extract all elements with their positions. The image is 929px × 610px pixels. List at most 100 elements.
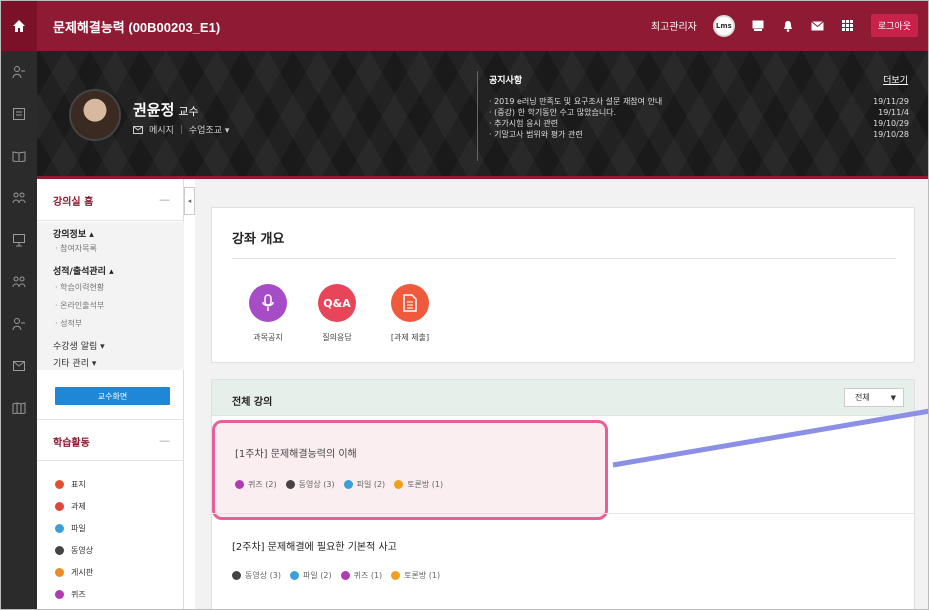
avatar[interactable]: Lms bbox=[712, 14, 735, 37]
week-title[interactable]: [1주차] 문제해결능력의 이해 bbox=[235, 445, 357, 460]
course-title: 문제해결능력 (00B00203_E1) bbox=[53, 20, 221, 35]
activity-item-cover[interactable]: 표지 bbox=[55, 479, 86, 490]
file-icon bbox=[343, 480, 353, 489]
activity-label: 파일 bbox=[71, 524, 86, 533]
notice-item[interactable]: · 기말고사 범위와 평가 관련 19/10/28 bbox=[489, 129, 909, 140]
rail-map-icon[interactable] bbox=[1, 387, 37, 429]
sidebar-item-participants[interactable]: · 참여자목록 bbox=[55, 243, 97, 254]
top-bar: 문제해결능력 (00B00203_E1) 최고관리자 Lms 로그아웃 bbox=[1, 1, 928, 51]
rail-person-icon[interactable] bbox=[1, 51, 37, 93]
rail-book-icon[interactable] bbox=[1, 135, 37, 177]
select-value: 전체 bbox=[855, 393, 870, 402]
notice-date: 19/10/28 bbox=[873, 130, 909, 139]
notice-more-link[interactable]: 더보기 bbox=[883, 73, 908, 86]
sidebar-item-student-alerts[interactable]: 수강생 알림 ▾ bbox=[53, 339, 105, 352]
activity-label: 퀴즈 bbox=[71, 590, 86, 599]
bell-icon[interactable] bbox=[781, 20, 795, 32]
meta-quiz: 퀴즈 (1) bbox=[340, 570, 382, 581]
divider: | bbox=[179, 124, 183, 135]
home-icon bbox=[13, 20, 25, 32]
sidebar-item-other[interactable]: 기타 관리 ▾ bbox=[53, 356, 96, 369]
activity-item-quiz[interactable]: 퀴즈 bbox=[55, 589, 86, 600]
play-icon bbox=[55, 546, 64, 555]
notice-item[interactable]: · (중강) 한 학기동안 수고 많았습니다. 19/11/4 bbox=[489, 107, 909, 118]
notice-title: 공지사항 bbox=[489, 76, 523, 86]
professor-name-text: 권윤정 bbox=[133, 101, 175, 119]
sidebar-item-history[interactable]: · 학습이력현황 bbox=[55, 282, 104, 293]
notice-item[interactable]: · 추가시험 응시 관련 19/10/29 bbox=[489, 118, 909, 129]
activity-label: 과제 bbox=[71, 502, 86, 511]
board-icon bbox=[55, 568, 64, 577]
professor-view-button[interactable]: 교수화면 bbox=[55, 387, 170, 405]
mail-icon[interactable] bbox=[811, 20, 825, 32]
overview-item-notice[interactable]: 과목공지 bbox=[238, 284, 298, 343]
activities-header[interactable]: 학습활동 — bbox=[37, 419, 184, 461]
notice-date: 19/10/29 bbox=[873, 119, 909, 128]
message-link[interactable]: 메시지 bbox=[149, 123, 174, 136]
collapse-icon[interactable]: — bbox=[159, 434, 170, 447]
sidebar-item-grade-book[interactable]: · 성적부 bbox=[55, 318, 82, 329]
sidebar-item-course-info[interactable]: 강의정보 ▴ bbox=[53, 227, 94, 240]
professor-photo bbox=[69, 89, 121, 141]
lecture-filter-select[interactable]: 전체 ▼ bbox=[844, 388, 904, 407]
document-icon bbox=[391, 284, 429, 322]
file-icon bbox=[55, 524, 64, 533]
week-meta: 동영상 (3) 파일 (2) 퀴즈 (1) 토론방 (1) bbox=[232, 570, 440, 581]
notice-text: · (중강) 한 학기동안 수고 많았습니다. bbox=[489, 108, 617, 117]
pencil-icon bbox=[55, 480, 64, 489]
week-meta: 퀴즈 (2) 동영상 (3) 파일 (2) 토론방 (1) bbox=[235, 479, 443, 490]
meta-video: 동영상 (3) bbox=[232, 570, 281, 581]
professor-name: 권윤정 교수 bbox=[133, 99, 199, 120]
meta-label: 동영상 (3) bbox=[298, 480, 335, 489]
activity-item-video[interactable]: 동영상 bbox=[55, 545, 93, 556]
qa-icon: Q&A bbox=[318, 284, 356, 322]
overview-label: 과목공지 bbox=[253, 333, 283, 342]
overview-item-assignment-submit[interactable]: [과제 제출] bbox=[380, 284, 440, 343]
rail-message-icon[interactable] bbox=[1, 345, 37, 387]
notice-item[interactable]: · 2019 e러닝 만족도 및 요구조사 설문 재참여 안내 19/11/29 bbox=[489, 96, 909, 107]
discussion-icon bbox=[394, 480, 404, 489]
sidebar-home-header[interactable]: 강의실 홈 — bbox=[37, 179, 184, 221]
chevron-left-icon: ◂ bbox=[187, 197, 192, 205]
assignment-icon bbox=[55, 502, 64, 511]
activities-title: 학습활동 bbox=[53, 438, 90, 449]
rail-people-icon[interactable] bbox=[1, 261, 37, 303]
collapse-icon[interactable]: — bbox=[159, 193, 170, 206]
notice-date: 19/11/4 bbox=[878, 108, 909, 117]
week-2-item[interactable]: [2주차] 문제해결에 필요한 기본적 사고 동영상 (3) 파일 (2) 퀴즈… bbox=[212, 514, 914, 609]
rail-user-edit-icon[interactable] bbox=[1, 303, 37, 345]
activity-item-assignment[interactable]: 과제 bbox=[55, 501, 86, 512]
meta-quiz: 퀴즈 (2) bbox=[235, 479, 277, 490]
logout-button[interactable]: 로그아웃 bbox=[870, 14, 918, 37]
grid-menu-icon[interactable] bbox=[841, 20, 855, 32]
rail-board-icon[interactable] bbox=[1, 93, 37, 135]
lectures-panel: 전체 강의 전체 ▼ [1주차] 문제해결능력의 이해 퀴즈 (2) 동영상 (… bbox=[211, 379, 915, 609]
sidebar-item-online-attendance[interactable]: · 온라인출석부 bbox=[55, 300, 104, 311]
week-1-item[interactable]: [1주차] 문제해결능력의 이해 퀴즈 (2) 동영상 (3) 파일 (2) 토… bbox=[212, 420, 608, 520]
overview-divider bbox=[232, 258, 896, 259]
notice-divider bbox=[477, 71, 478, 161]
caret-down-icon: ▼ bbox=[890, 393, 896, 402]
overview-title: 강좌 개요 bbox=[232, 232, 285, 247]
lectures-header: 전체 강의 전체 ▼ bbox=[212, 380, 914, 416]
activity-item-board[interactable]: 게시판 bbox=[55, 567, 93, 578]
meta-label: 동영상 (3) bbox=[245, 571, 281, 580]
meta-label: 파일 (2) bbox=[302, 571, 332, 580]
overview-item-qa[interactable]: Q&A 질의응답 bbox=[307, 284, 367, 343]
home-button[interactable] bbox=[1, 1, 37, 51]
meta-file: 파일 (2) bbox=[289, 570, 332, 581]
overview-label: [과제 제출] bbox=[390, 333, 430, 342]
sidebar-item-grades[interactable]: 성적/출석관리 ▴ bbox=[53, 264, 114, 277]
main-content: 강좌 개요 과목공지 Q&A 질의응답 [과제 제출] 전체 강의 전체 ▼ [… bbox=[195, 179, 928, 609]
admin-label[interactable]: 최고관리자 bbox=[651, 18, 697, 33]
week-title[interactable]: [2주차] 문제해결에 필요한 기본적 사고 bbox=[232, 538, 397, 553]
rail-monitor-icon[interactable] bbox=[1, 219, 37, 261]
activity-item-file[interactable]: 파일 bbox=[55, 523, 86, 534]
monitor-icon[interactable] bbox=[751, 20, 765, 32]
rail-group-icon[interactable] bbox=[1, 177, 37, 219]
sidebar-collapse-toggle[interactable]: ◂ bbox=[184, 187, 195, 215]
meta-label: 토론방 (1) bbox=[407, 480, 444, 489]
course-sidebar: 강의실 홈 — 강의정보 ▴ · 참여자목록 성적/출석관리 ▴ · 학습이력현… bbox=[37, 179, 184, 609]
class-assistant-dropdown[interactable]: 수업조교 ▾ bbox=[189, 123, 230, 136]
sidebar-home-title: 강의실 홈 bbox=[53, 197, 94, 208]
